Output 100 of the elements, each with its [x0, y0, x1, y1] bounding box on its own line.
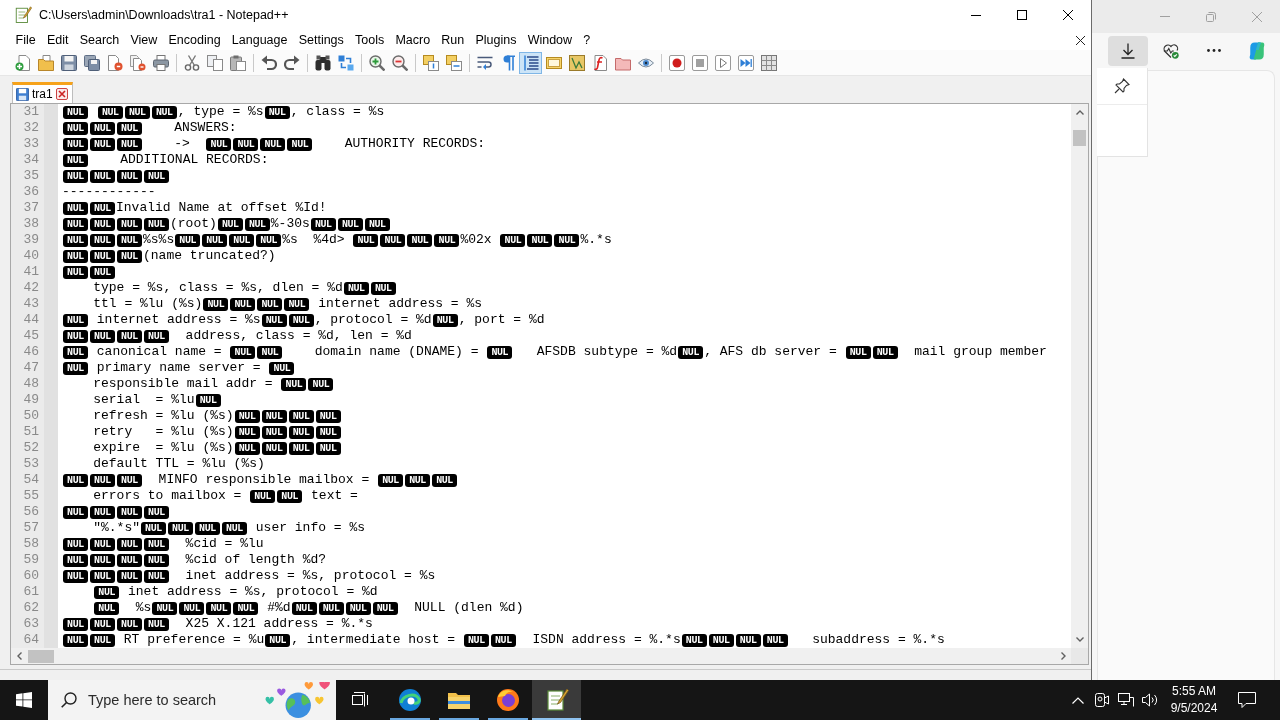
menu-item[interactable]: Language [226, 30, 294, 50]
menu-item[interactable]: Search [74, 30, 125, 50]
copy-icon [206, 54, 223, 71]
control-char-badge: NUL [244, 217, 270, 231]
control-char-badge: NUL [117, 249, 142, 263]
control-char-badge: NUL [63, 569, 88, 583]
code-text: , port = %d [458, 312, 545, 328]
control-char-badge: NUL [203, 297, 229, 311]
control-char-badge: NUL [288, 441, 314, 455]
notepad-icon [544, 688, 569, 712]
text-editor[interactable] [10, 103, 1089, 665]
ring-logo-icon [495, 688, 520, 712]
restore-icon [1206, 11, 1216, 22]
menu-item[interactable]: Run [435, 30, 470, 50]
taskbar-app-button[interactable] [532, 680, 581, 720]
menu-item[interactable]: Plugins [469, 30, 523, 50]
code-text: AFSDB subtype = %d [536, 344, 678, 360]
control-char-badge: NUL [63, 137, 88, 151]
scissors-icon [183, 54, 200, 71]
menu-item[interactable]: View [124, 30, 163, 50]
control-char-badge: NUL [63, 313, 88, 327]
control-char-badge: NUL [380, 233, 406, 247]
task-view-icon [351, 692, 370, 708]
control-char-badge: NUL [318, 601, 344, 615]
line-number: 46 [23, 344, 39, 360]
file-tab[interactable]: tra1 [12, 82, 73, 103]
code-text: %s [135, 600, 152, 616]
control-char-badge: NUL [463, 633, 489, 647]
code-text: , protocol = %d [314, 312, 432, 328]
line-number: 49 [23, 392, 39, 408]
scrollbar-thumb[interactable] [1073, 130, 1086, 146]
control-char-badge: NUL [117, 505, 142, 519]
line-number: 32 [23, 120, 39, 136]
control-char-badge: NUL [63, 249, 88, 263]
control-char-badge: NUL [117, 537, 142, 551]
control-char-badge: NUL [287, 137, 313, 151]
control-char-badge: NUL [144, 553, 169, 567]
control-char-badge: NUL [90, 569, 115, 583]
volume-icon [1142, 693, 1158, 707]
control-char-badge: NUL [206, 137, 232, 151]
scrollbar-thumb[interactable] [28, 649, 54, 663]
menu-item[interactable]: ? [577, 30, 596, 50]
control-char-badge: NUL [63, 169, 88, 183]
control-char-badge: NUL [90, 553, 115, 567]
line-number: 51 [23, 424, 39, 440]
menu-item[interactable]: Edit [41, 30, 75, 50]
control-char-badge: NUL [372, 601, 398, 615]
code-text: type = %s, class = %s, dlen = %d [93, 280, 343, 296]
control-char-badge: NUL [90, 329, 115, 343]
control-char-badge: NUL [152, 601, 178, 615]
control-char-badge: NUL [681, 633, 707, 647]
window-title: C:\Users\admin\Downloads\tra1 - Notepad++ [39, 8, 289, 22]
control-char-badge: NUL [90, 537, 115, 551]
control-char-badge: NUL [63, 201, 88, 215]
chevron-left-icon [16, 652, 22, 660]
code-text: ------------ [62, 184, 156, 200]
control-char-badge: NUL [144, 169, 169, 183]
control-char-badge: NUL [762, 633, 788, 647]
chevron-right-icon [1060, 652, 1066, 660]
close-icon [1252, 11, 1262, 22]
control-char-badge: NUL [407, 233, 433, 247]
code-text: subaddress = %.*s [812, 632, 945, 648]
pin-icon [1114, 78, 1130, 94]
search-field[interactable]: Type here to search [88, 692, 228, 708]
control-char-badge: NUL [337, 217, 363, 231]
code-text: %.*s [580, 232, 612, 248]
control-char-badge: NUL [315, 409, 341, 423]
notepad-icon [14, 6, 32, 24]
control-char-badge: NUL [117, 329, 142, 343]
menu-item[interactable]: Encoding [162, 30, 227, 50]
close-document-button[interactable] [1076, 35, 1085, 45]
line-number: 35 [23, 168, 39, 184]
line-number: 56 [23, 504, 39, 520]
close-icon [1063, 10, 1073, 20]
control-char-badge: NUL [261, 313, 287, 327]
vertical-scrollbar[interactable] [1071, 104, 1088, 648]
clock-button[interactable]: 5:55 AM 9/5/2024 [1162, 680, 1226, 720]
redo-arrow-icon [283, 54, 300, 71]
control-char-badge: NUL [90, 121, 115, 135]
code-text: , type = %s [177, 104, 264, 120]
control-char-badge: NUL [234, 409, 260, 423]
indent-guide-button[interactable] [519, 51, 542, 74]
code-text: %cid of length %d? [185, 552, 327, 568]
code-text: canonical name = [96, 344, 222, 360]
control-char-badge: NUL [117, 553, 142, 567]
menu-item[interactable]: Window [522, 30, 578, 50]
control-char-badge: NUL [175, 233, 201, 247]
map-icon [568, 54, 585, 71]
menu-item[interactable]: Tools [349, 30, 390, 50]
code-text: %-30s [270, 216, 310, 232]
downloads-button[interactable] [1108, 35, 1148, 66]
line-number: 43 [23, 296, 39, 312]
tab-close-icon[interactable] [55, 88, 68, 100]
chevron-up-icon [1072, 696, 1084, 704]
menu-item[interactable]: Macro [389, 30, 436, 50]
control-char-badge: NUL [269, 361, 295, 375]
menu-item[interactable]: Settings [293, 30, 350, 50]
code-text: address, class = %d, len = %d [185, 328, 412, 344]
horizontal-scrollbar[interactable] [11, 648, 1071, 664]
menu-item[interactable]: File [10, 30, 42, 50]
